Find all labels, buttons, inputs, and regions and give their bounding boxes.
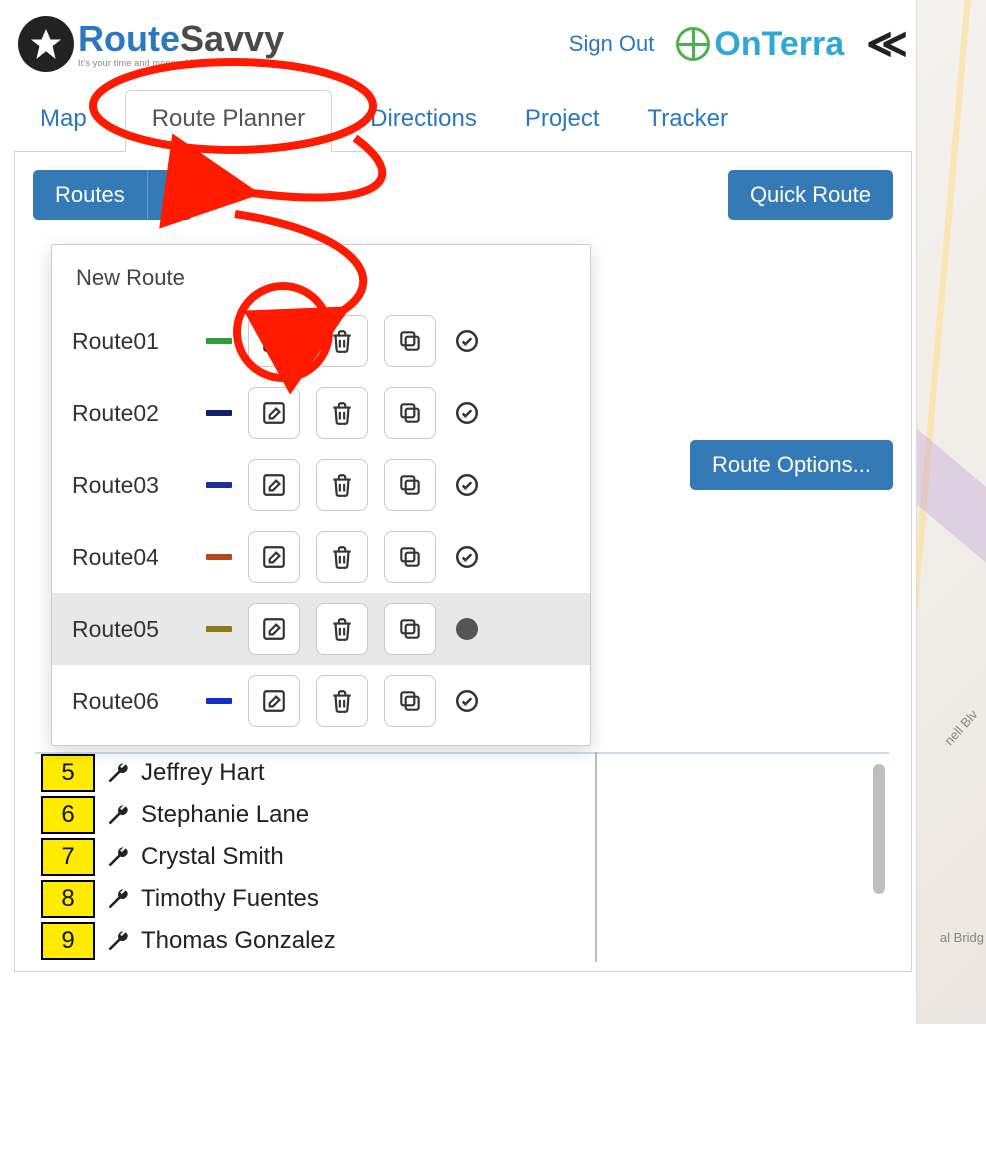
tab-tracker[interactable]: Tracker xyxy=(638,91,738,151)
delete-route-button[interactable] xyxy=(316,675,368,727)
select-route-toggle[interactable] xyxy=(452,398,482,428)
route-color-swatch xyxy=(206,626,232,632)
edit-route-button[interactable] xyxy=(248,387,300,439)
stop-name-label: Timothy Fuentes xyxy=(141,885,319,913)
select-route-toggle[interactable] xyxy=(452,326,482,356)
stop-row[interactable]: 7 Crystal Smith xyxy=(41,836,587,878)
route-color-swatch xyxy=(206,554,232,560)
stop-row[interactable]: 5 Jeffrey Hart xyxy=(41,752,587,794)
edit-route-button[interactable] xyxy=(248,531,300,583)
route-row[interactable]: Route02 xyxy=(52,377,590,449)
routes-button-label[interactable]: Routes xyxy=(33,170,147,220)
duplicate-route-button[interactable] xyxy=(384,315,436,367)
wrench-icon xyxy=(105,802,131,828)
wrench-icon xyxy=(105,928,131,954)
scrollbar-thumb[interactable] xyxy=(873,764,885,894)
routes-dropdown-button[interactable]: Routes xyxy=(33,170,192,220)
delete-route-button[interactable] xyxy=(316,603,368,655)
brand-logo-block: RouteSavvy It's your time and money. Mak… xyxy=(18,16,284,72)
routes-dropdown-menu: New Route Route01 Route02 Route03 Route0… xyxy=(51,244,591,746)
edit-route-button[interactable] xyxy=(248,675,300,727)
stop-number-badge: 5 xyxy=(41,754,95,792)
tab-map[interactable]: Map xyxy=(30,91,97,151)
route-name-label: Route02 xyxy=(72,400,190,427)
route-row[interactable]: Route03 xyxy=(52,449,590,521)
onterra-brand[interactable]: OnTerra xyxy=(676,25,844,64)
route-row[interactable]: Route01 xyxy=(52,305,590,377)
stops-list: 5 Jeffrey Hart 6 Stephanie Lane 7 Crysta… xyxy=(41,752,597,962)
select-route-toggle[interactable] xyxy=(452,686,482,716)
route-options-button[interactable]: Route Options... xyxy=(690,440,893,490)
stop-number-badge: 6 xyxy=(41,796,95,834)
map-background: nell Blv al Bridg xyxy=(916,0,986,1024)
delete-route-button[interactable] xyxy=(316,531,368,583)
route-name-label: Route04 xyxy=(72,544,190,571)
route-name-label: Route05 xyxy=(72,616,190,643)
route-color-swatch xyxy=(206,410,232,416)
globe-icon xyxy=(676,27,710,61)
edit-route-button[interactable] xyxy=(248,315,300,367)
route-row[interactable]: Route05 xyxy=(52,593,590,665)
route-name-label: Route03 xyxy=(72,472,190,499)
duplicate-route-button[interactable] xyxy=(384,603,436,655)
wrench-icon xyxy=(105,760,131,786)
stop-row[interactable]: 8 Timothy Fuentes xyxy=(41,878,587,920)
map-road-label: al Bridg xyxy=(940,930,984,945)
stop-row[interactable]: 6 Stephanie Lane xyxy=(41,794,587,836)
wrench-icon xyxy=(105,844,131,870)
delete-route-button[interactable] xyxy=(316,315,368,367)
route-name-label: Route01 xyxy=(72,328,190,355)
tab-directions[interactable]: Directions xyxy=(360,91,487,151)
stop-name-label: Jeffrey Hart xyxy=(141,759,265,787)
stop-number-badge: 7 xyxy=(41,838,95,876)
route-color-swatch xyxy=(206,698,232,704)
delete-route-button[interactable] xyxy=(316,459,368,511)
duplicate-route-button[interactable] xyxy=(384,531,436,583)
select-route-toggle[interactable] xyxy=(452,470,482,500)
edit-route-button[interactable] xyxy=(248,459,300,511)
duplicate-route-button[interactable] xyxy=(384,459,436,511)
tab-route-planner[interactable]: Route Planner xyxy=(125,90,332,152)
new-route-item[interactable]: New Route xyxy=(52,261,590,305)
route-name-label: Route06 xyxy=(72,688,190,715)
route-color-swatch xyxy=(206,338,232,344)
duplicate-route-button[interactable] xyxy=(384,387,436,439)
collapse-panel-icon[interactable]: ≪ xyxy=(866,21,908,67)
brand-name: RouteSavvy xyxy=(78,21,284,57)
duplicate-route-button[interactable] xyxy=(384,675,436,727)
brand-tagline: It's your time and money. Make the most … xyxy=(78,59,284,68)
sign-out-link[interactable]: Sign Out xyxy=(569,31,655,57)
wrench-icon xyxy=(105,886,131,912)
onterra-label: OnTerra xyxy=(714,25,844,64)
route-row[interactable]: Route06 xyxy=(52,665,590,737)
select-route-toggle[interactable] xyxy=(452,614,482,644)
routesavvy-logo-icon xyxy=(18,16,74,72)
select-route-toggle[interactable] xyxy=(452,542,482,572)
stop-number-badge: 9 xyxy=(41,922,95,960)
stop-name-label: Crystal Smith xyxy=(141,843,284,871)
routes-caret-button[interactable] xyxy=(147,170,192,220)
route-color-swatch xyxy=(206,482,232,488)
stop-row[interactable]: 9 Thomas Gonzalez xyxy=(41,920,587,962)
route-row[interactable]: Route04 xyxy=(52,521,590,593)
stop-number-badge: 8 xyxy=(41,880,95,918)
quick-route-button[interactable]: Quick Route xyxy=(728,170,893,220)
edit-route-button[interactable] xyxy=(248,603,300,655)
stop-name-label: Stephanie Lane xyxy=(141,801,309,829)
caret-down-icon xyxy=(164,191,176,199)
map-road-label: nell Blv xyxy=(941,707,980,748)
delete-route-button[interactable] xyxy=(316,387,368,439)
stop-name-label: Thomas Gonzalez xyxy=(141,927,336,955)
main-tabs: Map Route Planner Directions Project Tra… xyxy=(14,90,912,152)
tab-project[interactable]: Project xyxy=(515,91,610,151)
